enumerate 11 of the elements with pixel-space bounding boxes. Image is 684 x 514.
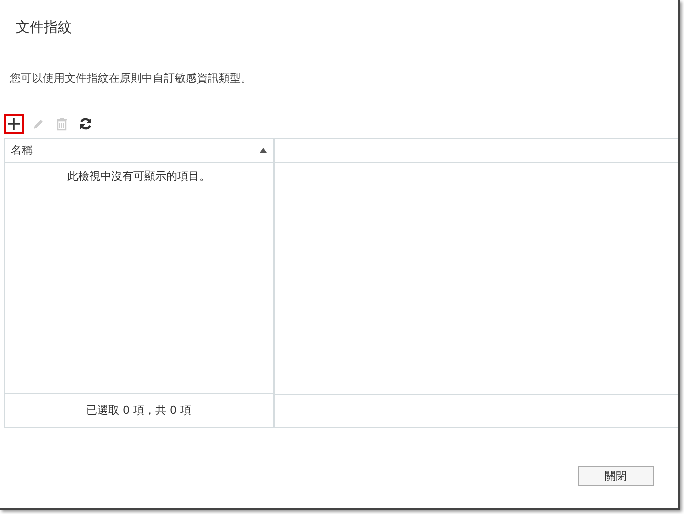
column-header[interactable]: 名稱 (11, 143, 33, 158)
dialog-title: 文件指紋 (16, 19, 72, 38)
pencil-icon (31, 117, 45, 131)
trash-icon (55, 117, 69, 131)
plus-icon (7, 117, 21, 131)
selection-count: 已選取 0 項，共 0 項 (86, 403, 192, 418)
add-button[interactable] (4, 114, 24, 134)
refresh-icon (79, 117, 93, 131)
close-button[interactable]: 關閉 (578, 466, 654, 486)
description-text: 您可以使用文件指紋在原則中自訂敏感資訊類型。 (10, 71, 252, 86)
empty-message: 此檢視中沒有可顯示的項目。 (68, 169, 210, 183)
